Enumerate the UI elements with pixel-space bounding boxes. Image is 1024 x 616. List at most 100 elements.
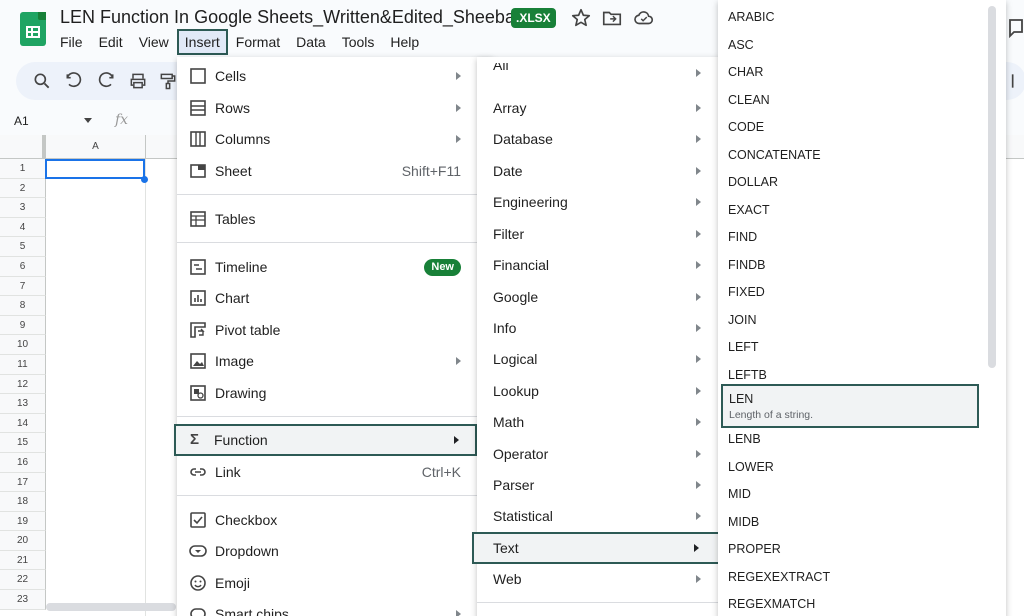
insert-checkbox-item[interactable]: Checkbox (177, 505, 493, 535)
paint-format-icon[interactable] (158, 71, 178, 91)
row-header[interactable]: 8 (0, 296, 46, 316)
row-header[interactable]: 4 (0, 217, 46, 238)
row-header[interactable]: 10 (0, 335, 46, 355)
function-category-parser[interactable]: Parser (477, 470, 721, 500)
row-header[interactable]: 16 (0, 452, 46, 473)
text-function-item[interactable]: FIND (718, 223, 1006, 251)
function-category-array[interactable]: Array (477, 93, 721, 123)
insert-smart-chips-item[interactable]: Smart chips (177, 599, 493, 616)
function-category-database[interactable]: Database (477, 124, 721, 154)
row-header[interactable]: 2 (0, 178, 46, 199)
function-category-statistical[interactable]: Statistical (477, 501, 721, 531)
fill-handle[interactable] (141, 176, 148, 183)
insert-tables-item[interactable]: Tables (177, 204, 493, 234)
menu-help[interactable]: Help (382, 29, 427, 55)
insert-pivot-table-item[interactable]: Pivot table (177, 315, 493, 345)
text-function-item[interactable]: PROPER (718, 535, 1006, 563)
text-function-item[interactable]: ARABIC (718, 3, 1006, 31)
redo-icon[interactable] (96, 71, 116, 91)
star-icon[interactable] (570, 7, 592, 29)
text-function-item[interactable]: MID (718, 480, 1006, 508)
cloud-status-icon[interactable] (633, 7, 655, 29)
text-function-item[interactable]: MIDB (718, 508, 1006, 536)
select-all-corner[interactable] (0, 135, 46, 159)
insert-function-item[interactable]: Σ Function (174, 424, 477, 456)
function-category-financial[interactable]: Financial (477, 250, 721, 280)
insert-link-item[interactable]: Link Ctrl+K (177, 457, 493, 487)
function-category-all[interactable]: All (477, 63, 721, 83)
text-function-item[interactable]: CHAR (718, 58, 1006, 86)
row-header[interactable]: 23 (0, 590, 46, 610)
insert-cells-item[interactable]: Cells (177, 61, 493, 91)
row-header[interactable]: 22 (0, 570, 46, 591)
name-box-dropdown-icon[interactable] (84, 118, 92, 123)
function-category-text[interactable]: Text (472, 532, 721, 564)
name-box[interactable]: A1 (14, 114, 29, 128)
text-function-item[interactable]: LOWER (718, 453, 1006, 481)
row-header[interactable]: 17 (0, 472, 46, 493)
text-function-len[interactable]: LEN Length of a string. (721, 384, 979, 428)
text-function-item[interactable]: CONCATENATE (718, 141, 1006, 169)
row-header[interactable]: 12 (0, 374, 46, 395)
menu-insert[interactable]: Insert (176, 29, 228, 55)
row-header[interactable]: 13 (0, 394, 46, 414)
row-header[interactable]: 3 (0, 198, 46, 218)
row-header[interactable]: 7 (0, 276, 46, 297)
text-function-item[interactable]: FIXED (718, 278, 1006, 306)
document-title[interactable]: LEN Function In Google Sheets_Written&Ed… (60, 7, 515, 28)
text-function-item[interactable]: LENB (718, 425, 1006, 453)
text-function-item[interactable]: FINDB (718, 251, 1006, 279)
row-header[interactable]: 15 (0, 433, 46, 453)
function-category-date[interactable]: Date (477, 156, 721, 186)
row-header[interactable]: 18 (0, 492, 46, 512)
row-header[interactable]: 6 (0, 256, 46, 277)
insert-rows-item[interactable]: Rows (177, 93, 493, 123)
text-function-item[interactable]: REGEXEXTRACT (718, 563, 1006, 591)
text-function-item[interactable]: ASC (718, 31, 1006, 59)
insert-emoji-item[interactable]: Emoji (177, 568, 493, 598)
insert-chart-item[interactable]: Chart (177, 283, 493, 313)
column-header-a[interactable]: A (46, 135, 146, 159)
menu-tools[interactable]: Tools (334, 29, 383, 55)
text-menu-scrollbar[interactable] (988, 6, 996, 368)
function-category-google[interactable]: Google (477, 282, 721, 312)
insert-columns-item[interactable]: Columns (177, 124, 493, 154)
insert-image-item[interactable]: Image (177, 346, 493, 376)
insert-dropdown-item[interactable]: Dropdown (177, 536, 493, 566)
row-header[interactable]: 21 (0, 550, 46, 571)
row-header[interactable]: 11 (0, 354, 46, 375)
menu-file[interactable]: File (52, 29, 91, 55)
collapse-toolbar-icon[interactable] (1006, 71, 1024, 91)
text-function-item[interactable]: DOLLAR (718, 168, 1006, 196)
undo-icon[interactable] (64, 71, 84, 91)
function-category-info[interactable]: Info (477, 313, 721, 343)
text-function-item[interactable]: CLEAN (718, 86, 1006, 114)
menu-format[interactable]: Format (228, 29, 288, 55)
menu-edit[interactable]: Edit (91, 29, 131, 55)
file-format-badge[interactable]: .XLSX (511, 8, 556, 28)
text-function-item[interactable]: CODE (718, 113, 1006, 141)
text-function-item[interactable]: EXACT (718, 196, 1006, 224)
row-header[interactable]: 14 (0, 413, 46, 434)
insert-sheet-item[interactable]: Sheet Shift+F11 (177, 156, 493, 186)
text-function-item[interactable]: LEFT (718, 333, 1006, 361)
row-header[interactable]: 20 (0, 531, 46, 551)
function-category-filter[interactable]: Filter (477, 219, 721, 249)
google-sheets-logo[interactable] (20, 12, 46, 46)
move-to-folder-icon[interactable] (601, 7, 623, 29)
menu-view[interactable]: View (131, 29, 177, 55)
function-category-lookup[interactable]: Lookup (477, 376, 721, 406)
horizontal-scrollbar[interactable] (46, 603, 176, 611)
row-header[interactable]: 9 (0, 315, 46, 336)
function-category-web[interactable]: Web (477, 564, 721, 594)
selected-cell-a1[interactable] (45, 159, 145, 179)
text-function-item[interactable]: JOIN (718, 306, 1006, 334)
function-category-operator[interactable]: Operator (477, 439, 721, 469)
function-category-engineering[interactable]: Engineering (477, 187, 721, 217)
print-icon[interactable] (128, 71, 148, 91)
function-category-logical[interactable]: Logical (477, 344, 721, 374)
insert-timeline-item[interactable]: Timeline New (177, 252, 493, 282)
text-function-item[interactable]: REGEXMATCH (718, 590, 1006, 616)
insert-drawing-item[interactable]: Drawing (177, 378, 493, 408)
search-icon[interactable] (32, 71, 52, 91)
